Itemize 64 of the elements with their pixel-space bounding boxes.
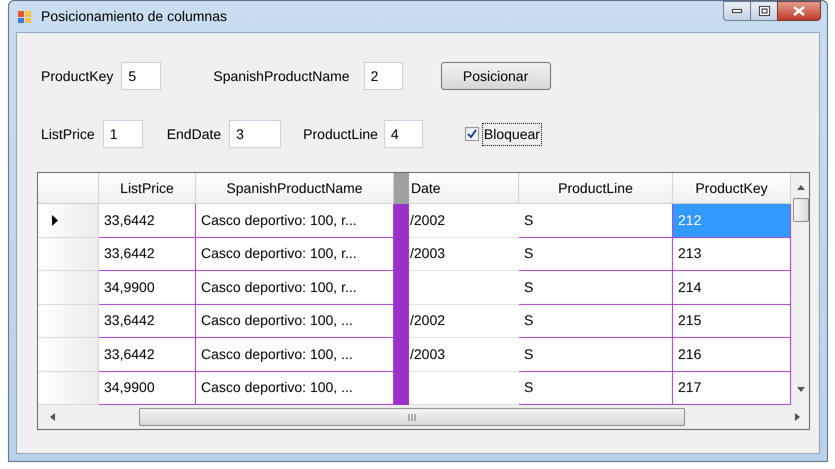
field-label: ProductLine: [303, 124, 378, 144]
table-cell[interactable]: Casco deportivo: 100, r...: [196, 238, 394, 271]
table-cell[interactable]: Casco deportivo: 100, ...: [196, 304, 394, 338]
checkbox-label[interactable]: Bloquear: [482, 122, 542, 146]
window-title: Posicionamiento de columnas: [41, 7, 227, 26]
table-cell[interactable]: /2003: [409, 238, 519, 271]
table-cell[interactable]: S: [519, 271, 673, 304]
table-cell[interactable]: 215: [673, 304, 791, 338]
close-icon: [793, 6, 805, 16]
scroll-down-icon: [796, 387, 804, 392]
table-cell[interactable]: S: [519, 204, 673, 238]
column-header[interactable]: SpanishProductName: [196, 173, 394, 204]
table-cell[interactable]: 33,6442: [99, 304, 196, 338]
scroll-thumb[interactable]: [792, 198, 808, 222]
table-cell[interactable]: S: [519, 338, 673, 372]
table-cell[interactable]: 34,9900: [99, 271, 196, 304]
header-corner: [38, 173, 99, 204]
scroll-right-icon: [795, 413, 800, 421]
scroll-thumb[interactable]: [139, 408, 685, 426]
column-header[interactable]: ListPrice: [99, 173, 196, 204]
table-cell[interactable]: 33,6442: [99, 338, 196, 372]
column-header[interactable]: Date: [409, 173, 519, 204]
input-field[interactable]: 1: [102, 120, 143, 148]
maximize-icon: [758, 6, 770, 16]
table-cell[interactable]: Casco deportivo: 100, ...: [196, 338, 394, 372]
maximize-button[interactable]: [751, 1, 777, 21]
table-cell[interactable]: [409, 271, 519, 304]
minimize-icon: [732, 9, 742, 13]
posicionar-button[interactable]: Posicionar: [440, 62, 551, 90]
table-cell[interactable]: Casco deportivo: 100, r...: [196, 204, 394, 238]
minimize-button[interactable]: [723, 1, 751, 21]
field-label: SpanishProductName: [213, 66, 350, 86]
current-row-icon: [52, 214, 58, 226]
table-cell[interactable]: /2002: [409, 304, 519, 338]
table-cell[interactable]: S: [519, 238, 673, 271]
field-label: ListPrice: [41, 124, 95, 144]
column-header[interactable]: ProductKey: [673, 173, 791, 204]
field-label: ProductKey: [41, 66, 114, 86]
table-cell[interactable]: 213: [673, 238, 791, 271]
table-cell[interactable]: S: [519, 372, 673, 405]
table-cell[interactable]: S: [519, 304, 673, 338]
scroll-up-icon: [796, 185, 804, 190]
table-cell[interactable]: 33,6442: [99, 204, 196, 238]
table-cell[interactable]: 214: [673, 271, 791, 304]
grip-icon: [408, 414, 416, 420]
close-button[interactable]: [777, 1, 821, 21]
table-cell[interactable]: /2003: [409, 338, 519, 372]
input-field[interactable]: 3: [229, 120, 282, 148]
table-cell[interactable]: 216: [673, 338, 791, 372]
input-field[interactable]: 5: [121, 62, 162, 90]
scroll-left-icon: [50, 413, 55, 421]
table-cell[interactable]: /2002: [409, 204, 519, 238]
table-cell[interactable]: 217: [673, 372, 791, 405]
app-icon: [17, 8, 33, 24]
table-cell[interactable]: Casco deportivo: 100, r...: [196, 271, 394, 304]
input-field[interactable]: 4: [384, 120, 423, 148]
table-cell[interactable]: 34,9900: [99, 372, 196, 405]
input-field[interactable]: 2: [364, 62, 403, 90]
table-cell[interactable]: [409, 372, 519, 405]
table-cell[interactable]: 33,6442: [99, 238, 196, 271]
field-label: EndDate: [166, 124, 222, 144]
checkbox[interactable]: [464, 127, 479, 141]
column-header[interactable]: ProductLine: [519, 173, 673, 204]
table-cell[interactable]: Casco deportivo: 100, ...: [196, 372, 394, 405]
